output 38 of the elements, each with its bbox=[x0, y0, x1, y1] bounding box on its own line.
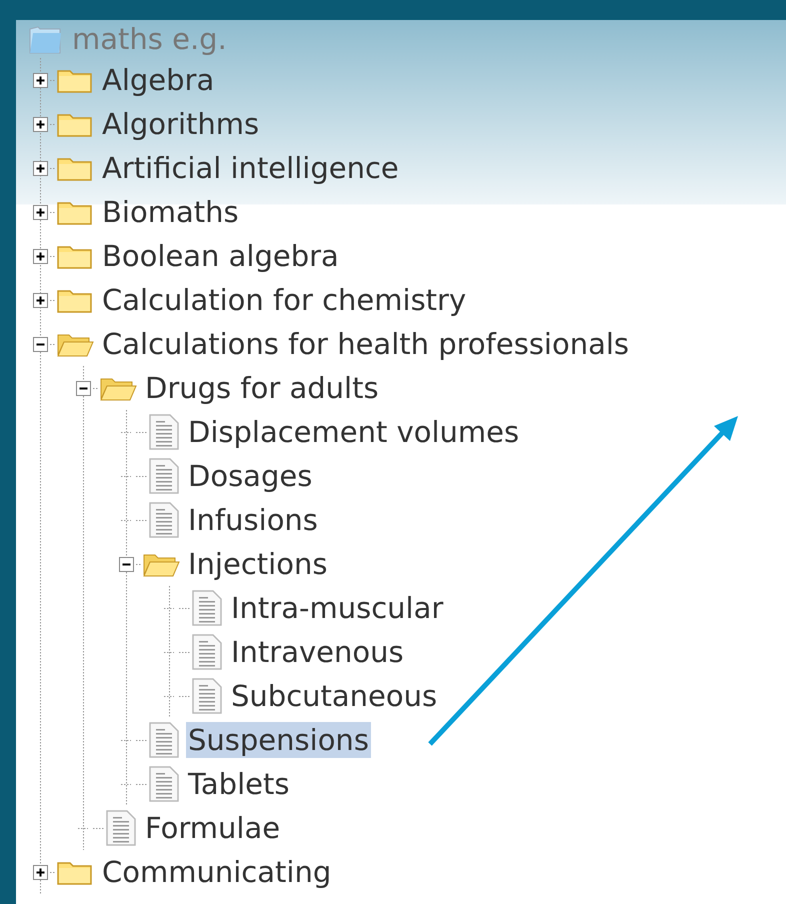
tree-item[interactable]: Drugs for adults bbox=[143, 370, 381, 406]
tree-item[interactable]: Artificial intelligence bbox=[100, 150, 401, 186]
document-icon bbox=[148, 721, 180, 759]
document-icon bbox=[148, 457, 180, 495]
expand-icon[interactable] bbox=[32, 204, 48, 220]
document-icon bbox=[148, 501, 180, 539]
document-icon bbox=[105, 809, 137, 847]
tree-item[interactable]: Intra-muscular bbox=[229, 590, 446, 626]
expand-icon[interactable] bbox=[32, 248, 48, 264]
expand-icon[interactable] bbox=[32, 116, 48, 132]
document-icon bbox=[148, 413, 180, 451]
tree-item[interactable]: Displacement volumes bbox=[186, 414, 522, 450]
tree-item[interactable]: Tablets bbox=[186, 766, 292, 802]
tree-item[interactable]: Algebra bbox=[100, 62, 216, 98]
document-icon bbox=[191, 677, 223, 715]
collapse-icon[interactable] bbox=[118, 556, 134, 572]
collapse-icon[interactable] bbox=[76, 380, 90, 396]
expand-icon[interactable] bbox=[32, 72, 48, 88]
expand-icon[interactable] bbox=[32, 864, 48, 880]
tree-item[interactable]: Injections bbox=[186, 546, 330, 582]
tree-item[interactable]: Formulae bbox=[143, 810, 282, 846]
document-icon bbox=[191, 589, 223, 627]
tree-item[interactable]: Suspensions bbox=[186, 722, 371, 758]
document-icon bbox=[148, 765, 180, 803]
tree-item[interactable]: Calculation for chemistry bbox=[100, 282, 468, 318]
tree-item[interactable]: Infusions bbox=[186, 502, 320, 538]
expand-icon[interactable] bbox=[32, 292, 48, 308]
document-icon bbox=[191, 633, 223, 671]
tree-item[interactable]: Boolean algebra bbox=[100, 238, 341, 274]
expand-icon[interactable] bbox=[32, 160, 48, 176]
collapse-icon[interactable] bbox=[32, 336, 48, 352]
tree-item[interactable]: Dosages bbox=[186, 458, 314, 494]
tree-item[interactable]: Communicating bbox=[100, 854, 334, 890]
tree-item[interactable]: Algorithms bbox=[100, 106, 262, 142]
tree-item[interactable]: Subcutaneous bbox=[229, 678, 440, 714]
tree-item[interactable]: Intravenous bbox=[229, 634, 406, 670]
tree-item[interactable]: Calculations for health professionals bbox=[100, 326, 632, 362]
tree-item[interactable]: Biomaths bbox=[100, 194, 241, 230]
